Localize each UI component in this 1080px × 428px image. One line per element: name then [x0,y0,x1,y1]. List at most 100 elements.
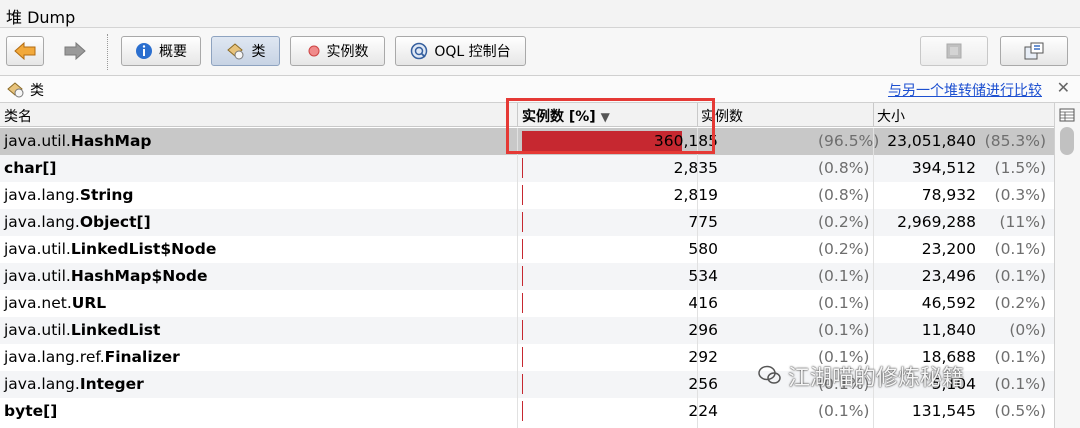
class-package: java.util. [4,267,71,285]
size-value: 23,051,840 [887,132,976,150]
class-name: java.net.URL [4,294,106,312]
instances-percent-bar [522,185,523,205]
table-row[interactable]: byte[] 224 (0.1%) 131,545 (0.5%) [0,398,1054,425]
instances-percent-bar [522,266,523,286]
class-name: java.util.LinkedList [4,321,160,339]
instances-percent-bar [522,239,523,259]
instance-count: 416 [688,294,718,312]
instance-count: 360,185 [653,132,718,150]
summary-label: 概要 [159,44,187,60]
classes-icon [7,82,24,98]
instance-count-percent: (0.1%) [818,402,870,420]
instances-percent-bar [522,212,523,232]
class-package: java.util. [4,321,71,339]
summary-button[interactable]: 概要 [121,36,201,66]
column-divider [697,128,698,428]
instances-percent-bar [522,293,523,313]
class-name: java.lang.Object[] [4,213,151,231]
snapshot-button[interactable] [920,36,988,66]
column-instances[interactable]: 实例数 [701,106,743,126]
scrollbar-thumb[interactable] [1060,127,1074,155]
size-value: 46,592 [921,294,976,312]
class-simple-name: byte[] [4,402,58,420]
instance-count-percent: (0.1%) [818,294,870,312]
size-percent: (0.1%) [994,348,1046,366]
sort-descending-icon: ▼ [600,110,610,124]
size-percent: (0.1%) [994,240,1046,258]
size-value: 2,969,288 [897,213,976,231]
instance-count: 2,835 [673,159,718,177]
class-name: java.lang.ref.Finalizer [4,348,180,366]
class-name: java.util.LinkedList$Node [4,240,216,258]
table-row[interactable]: java.net.URL 416 (0.1%) 46,592 (0.2%) [0,290,1054,317]
column-instances-percent-label: 实例数 [%] [522,109,596,125]
class-simple-name: LinkedList [70,321,161,339]
class-simple-name: String [79,186,134,204]
instance-count-percent: (0.1%) [818,321,870,339]
toolbar-separator [107,34,108,70]
instances-percent-bar [522,374,523,394]
wechat-icon [758,365,781,384]
column-chooser-icon[interactable] [1059,108,1075,122]
table-row[interactable]: java.util.HashMap 360,185 (96.5%) 23,051,84… [0,128,1054,155]
instance-count: 224 [688,402,718,420]
instance-count: 580 [688,240,718,258]
instance-count-percent: (96.5%) [818,132,880,150]
back-button[interactable] [6,36,44,66]
size-value: 23,496 [921,267,976,285]
column-size[interactable]: 大小 [877,106,905,126]
instance-count: 296 [688,321,718,339]
table-row[interactable]: java.util.LinkedList 296 (0.1%) 11,840 (0%) [0,317,1054,344]
classes-panel-header: 类 与另一个堆转储进行比较 ✕ [0,76,1080,103]
size-percent: (0.3%) [994,186,1046,204]
column-divider [697,103,698,127]
class-package: java.lang. [4,213,80,231]
class-simple-name: Finalizer [104,348,180,366]
classes-icon [226,43,243,60]
table-row[interactable]: java.lang.Object[] 775 (0.2%) 2,969,288 (11%… [0,209,1054,236]
instances-percent-bar [522,401,523,421]
column-instances-percent[interactable]: 实例数 [%] ▼ [522,106,610,126]
size-value: 78,932 [921,186,976,204]
vertical-scrollbar[interactable] [1054,103,1080,428]
class-simple-name: HashMap$Node [70,267,208,285]
class-name: byte[] [4,402,57,420]
instances-label: 实例数 [326,44,369,60]
size-percent: (11%) [999,213,1046,231]
size-percent: (1.5%) [994,159,1046,177]
class-simple-name: LinkedList$Node [70,240,217,258]
arrow-right-icon [64,42,86,60]
class-package: java.util. [4,132,71,150]
instance-count: 534 [688,267,718,285]
size-percent: (0.2%) [994,294,1046,312]
forward-button[interactable] [56,36,94,66]
compare-heap-dump-link[interactable]: 与另一个堆转储进行比较 [888,80,1042,100]
class-simple-name: Integer [79,375,144,393]
arrow-left-icon [14,42,36,60]
instance-count-percent: (0.8%) [818,186,870,204]
table-header: 类名 实例数 [%] ▼ 实例数 大小 [0,103,1054,127]
oql-console-button[interactable]: OQL 控制台 [395,36,526,66]
oql-label: OQL 控制台 [434,44,511,60]
close-icon[interactable]: ✕ [1057,78,1070,97]
column-class-name[interactable]: 类名 [4,106,32,126]
instance-dot-icon [308,45,319,57]
export-button[interactable] [1000,36,1068,66]
instance-count: 256 [688,375,718,393]
class-name: java.util.HashMap [4,132,152,150]
size-percent: (85.3%) [984,132,1046,150]
classes-button[interactable]: 类 [211,36,280,66]
table-row[interactable]: char[] 2,835 (0.8%) 394,512 (1.5%) [0,155,1054,182]
info-icon [136,43,152,59]
size-value: 131,545 [911,402,976,420]
table-row[interactable]: java.util.LinkedList$Node 580 (0.2%) 23,200… [0,236,1054,263]
instances-button[interactable]: 实例数 [290,36,385,66]
instance-count-percent: (0.8%) [818,159,870,177]
size-percent: (0%) [1009,321,1046,339]
class-simple-name: URL [71,294,107,312]
table-row[interactable]: java.lang.String 2,819 (0.8%) 78,932 (0.3%) [0,182,1054,209]
column-divider [873,103,874,127]
class-simple-name: char[] [4,159,57,177]
table-row[interactable]: java.util.HashMap$Node 534 (0.1%) 23,496 (0.… [0,263,1054,290]
instance-count-percent: (0.2%) [818,240,870,258]
